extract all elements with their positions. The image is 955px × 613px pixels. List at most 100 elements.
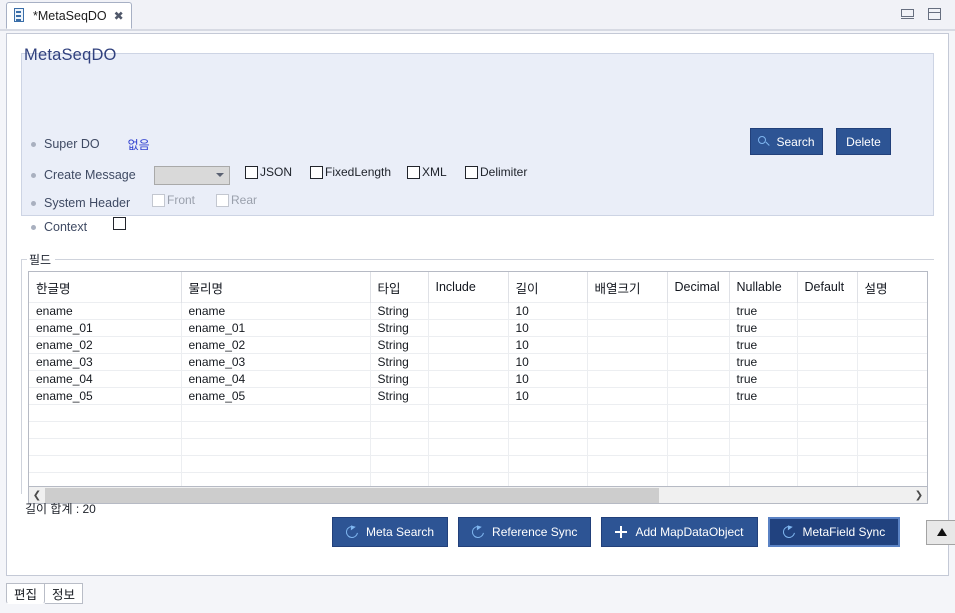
checkbox-xml[interactable]: XML	[407, 165, 447, 179]
table-cell-empty[interactable]	[587, 421, 668, 439]
table-cell-default[interactable]	[797, 336, 858, 354]
table-cell-empty[interactable]	[729, 455, 798, 473]
table-cell-length[interactable]: 10	[508, 387, 588, 405]
table-cell-description[interactable]	[857, 302, 927, 320]
table-cell-empty[interactable]	[428, 472, 509, 486]
table-cell-empty[interactable]	[797, 438, 858, 456]
table-cell-empty[interactable]	[587, 404, 668, 422]
table-cell-empty[interactable]	[587, 472, 668, 486]
table-cell-empty[interactable]	[370, 455, 429, 473]
meta-search-button[interactable]: Meta Search	[332, 517, 449, 547]
table-cell-array-size[interactable]	[587, 353, 668, 371]
metafield-sync-button[interactable]: MetaField Sync	[767, 517, 901, 547]
table-cell-nullable[interactable]: true	[729, 370, 798, 388]
table-cell-physical-name[interactable]: ename_05	[181, 387, 371, 405]
table-cell-empty[interactable]	[797, 404, 858, 422]
column-header-length[interactable]: 길이	[508, 272, 588, 303]
table-cell-length[interactable]: 10	[508, 336, 588, 354]
table-cell-empty[interactable]	[370, 438, 429, 456]
column-header-default[interactable]: Default	[797, 272, 858, 303]
table-cell-empty[interactable]	[29, 404, 182, 422]
close-icon[interactable]: ✖	[114, 10, 124, 22]
table-cell-empty[interactable]	[587, 438, 668, 456]
table-cell-include[interactable]	[428, 387, 509, 405]
reference-sync-button[interactable]: Reference Sync	[458, 517, 592, 547]
checkbox-json[interactable]: JSON	[245, 165, 292, 179]
table-cell-length[interactable]: 10	[508, 319, 588, 337]
table-cell-empty[interactable]	[181, 438, 371, 456]
add-mapdataobject-button[interactable]: Add MapDataObject	[601, 517, 758, 547]
table-cell-empty[interactable]	[428, 455, 509, 473]
column-header-array-size[interactable]: 배열크기	[587, 272, 668, 303]
table-cell-empty[interactable]	[508, 455, 588, 473]
table-cell-korean-name[interactable]: ename_02	[29, 336, 182, 354]
table-cell-type[interactable]: String	[370, 387, 429, 405]
table-cell-empty[interactable]	[370, 404, 429, 422]
table-cell-empty[interactable]	[181, 404, 371, 422]
minimize-icon[interactable]	[901, 9, 914, 19]
table-cell-decimal[interactable]	[667, 319, 730, 337]
table-cell-physical-name[interactable]: ename	[181, 302, 371, 320]
table-cell-include[interactable]	[428, 353, 509, 371]
table-cell-physical-name[interactable]: ename_04	[181, 370, 371, 388]
table-cell-empty[interactable]	[587, 455, 668, 473]
editor-tab-metaseqdo[interactable]: *MetaSeqDO ✖	[6, 2, 132, 29]
checkbox-box-icon[interactable]	[407, 165, 420, 179]
checkbox-fixedlength[interactable]: FixedLength	[310, 165, 391, 179]
checkbox-context[interactable]	[113, 217, 126, 230]
checkbox-box-icon[interactable]	[310, 165, 323, 179]
table-cell-nullable[interactable]: true	[729, 387, 798, 405]
table-cell-korean-name[interactable]: ename_01	[29, 319, 182, 337]
table-cell-empty[interactable]	[181, 421, 371, 439]
table-cell-default[interactable]	[797, 302, 858, 320]
column-header-include[interactable]: Include	[428, 272, 509, 303]
table-cell-empty[interactable]	[29, 421, 182, 439]
table-cell-type[interactable]: String	[370, 336, 429, 354]
table-cell-type[interactable]: String	[370, 319, 429, 337]
checkbox-box-icon[interactable]	[245, 165, 258, 179]
table-cell-array-size[interactable]	[587, 336, 668, 354]
table-cell-decimal[interactable]	[667, 387, 730, 405]
table-cell-type[interactable]: String	[370, 353, 429, 371]
create-message-select[interactable]	[153, 165, 230, 185]
table-cell-empty[interactable]	[857, 438, 927, 456]
table-cell-decimal[interactable]	[667, 370, 730, 388]
table-row-empty[interactable]	[29, 404, 927, 422]
column-header-physical-name[interactable]: 물리명	[181, 272, 371, 303]
table-cell-description[interactable]	[857, 353, 927, 371]
table-row[interactable]: ename_04 ename_04 String 10 true	[29, 370, 927, 388]
column-header-decimal[interactable]: Decimal	[667, 272, 730, 303]
table-cell-default[interactable]	[797, 387, 858, 405]
tab-edit[interactable]: 편집	[6, 583, 46, 604]
column-header-type[interactable]: 타입	[370, 272, 429, 303]
table-cell-type[interactable]: String	[370, 302, 429, 320]
table-row-empty[interactable]	[29, 472, 927, 486]
table-row[interactable]: ename_05 ename_05 String 10 true	[29, 387, 927, 405]
table-row-empty[interactable]	[29, 421, 927, 439]
table-cell-empty[interactable]	[729, 404, 798, 422]
scrollbar-thumb[interactable]	[45, 487, 659, 503]
table-cell-korean-name[interactable]: ename_04	[29, 370, 182, 388]
table-cell-physical-name[interactable]: ename_03	[181, 353, 371, 371]
move-up-button[interactable]	[926, 519, 955, 545]
table-cell-empty[interactable]	[729, 421, 798, 439]
table-cell-nullable[interactable]: true	[729, 319, 798, 337]
table-cell-empty[interactable]	[428, 404, 509, 422]
delete-button[interactable]: Delete	[836, 128, 891, 155]
table-cell-decimal[interactable]	[667, 302, 730, 320]
table-cell-array-size[interactable]	[587, 370, 668, 388]
table-row-empty[interactable]	[29, 438, 927, 456]
table-cell-empty[interactable]	[370, 421, 429, 439]
table-cell-empty[interactable]	[29, 472, 182, 486]
table-cell-default[interactable]	[797, 370, 858, 388]
checkbox-box-icon[interactable]	[113, 217, 126, 230]
table-cell-empty[interactable]	[181, 455, 371, 473]
table-cell-length[interactable]: 10	[508, 370, 588, 388]
table-cell-array-size[interactable]	[587, 387, 668, 405]
table-cell-description[interactable]	[857, 387, 927, 405]
table-cell-empty[interactable]	[508, 438, 588, 456]
table-cell-empty[interactable]	[667, 472, 730, 486]
table-cell-empty[interactable]	[181, 472, 371, 486]
table-cell-include[interactable]	[428, 319, 509, 337]
table-cell-physical-name[interactable]: ename_02	[181, 336, 371, 354]
